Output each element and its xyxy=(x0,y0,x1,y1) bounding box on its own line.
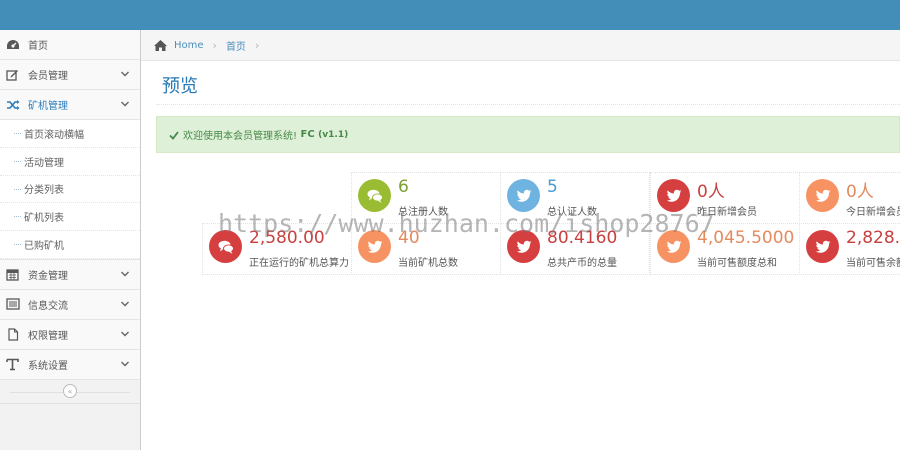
sidebar-item-miners[interactable]: 矿机管理 xyxy=(0,90,140,120)
alert-text: 欢迎使用本会员管理系统! xyxy=(183,131,298,142)
sidebar-item-label: 信息交流 xyxy=(28,300,68,312)
chevron-down-icon xyxy=(120,299,130,309)
sidebar: 首页 会员管理 矿机管理 首页滚动横幅 活动管理 分类列表 矿机列表 已购矿机 … xyxy=(0,30,141,450)
alert-brand: FC (v1.1) xyxy=(297,129,349,140)
breadcrumb: Home › 首页 › xyxy=(141,30,900,61)
alert-brand-name: FC xyxy=(300,129,315,140)
calendar-icon xyxy=(5,267,20,281)
submenu-item-miner-list[interactable]: 矿机列表 xyxy=(0,203,140,232)
home-icon xyxy=(153,39,168,52)
stat-value: 0人 xyxy=(846,182,874,202)
stat-today-new-members: 0人 今日新增会员 xyxy=(799,172,900,224)
sidebar-item-label: 权限管理 xyxy=(28,330,68,342)
stat-sellable-balance: 2,828.6 当前可售余额 xyxy=(799,223,900,275)
check-icon xyxy=(169,130,179,140)
stat-label: 正在运行的矿机总算力 xyxy=(249,258,349,269)
sidebar-item-label: 首页 xyxy=(28,41,48,52)
alert-version: (v1.1) xyxy=(318,130,349,140)
chevron-down-icon xyxy=(120,359,130,369)
breadcrumb-home-link[interactable]: Home xyxy=(174,40,204,51)
sidebar-item-label: 资金管理 xyxy=(28,270,68,282)
stat-label: 总共产币的总量 xyxy=(547,258,617,269)
sidebar-item-messages[interactable]: 信息交流 xyxy=(0,289,140,320)
chevron-down-icon xyxy=(120,99,130,109)
submenu-item-banner[interactable]: 首页滚动横幅 xyxy=(0,120,140,148)
comments-icon xyxy=(358,179,391,212)
page-title: 预览 xyxy=(162,76,198,97)
twitter-icon xyxy=(806,230,839,263)
breadcrumb-separator: › xyxy=(212,38,217,52)
sidebar-item-label: 矿机管理 xyxy=(28,101,68,112)
file-icon xyxy=(5,327,20,341)
stat-value: 6 xyxy=(398,177,409,197)
sidebar-item-funds[interactable]: 资金管理 xyxy=(0,259,140,290)
breadcrumb-separator: › xyxy=(254,38,260,52)
dashboard-icon xyxy=(5,38,20,52)
sidebar-item-label: 会员管理 xyxy=(28,71,68,82)
stat-value: 5 xyxy=(547,177,558,197)
breadcrumb-current-link[interactable]: 首页 xyxy=(226,38,246,53)
chevron-down-icon xyxy=(120,329,130,339)
chevron-down-icon xyxy=(120,269,130,279)
sidebar-item-settings[interactable]: 系统设置 xyxy=(0,349,140,380)
twitter-icon xyxy=(507,179,540,212)
twitter-icon xyxy=(806,179,839,212)
twitter-icon xyxy=(657,179,690,212)
stat-label: 当前矿机总数 xyxy=(398,258,458,269)
sidebar-item-label: 系统设置 xyxy=(28,360,68,372)
shuffle-icon xyxy=(5,98,20,112)
stat-label: 当前可售额度总和 xyxy=(697,258,777,269)
sidebar-item-home[interactable]: 首页 xyxy=(0,30,140,60)
chevron-down-icon xyxy=(120,69,130,79)
edit-icon xyxy=(5,68,20,82)
submenu-item-purchased-miners[interactable]: 已购矿机 xyxy=(0,231,140,259)
top-navbar xyxy=(0,0,900,30)
stat-label: 当前可售余额 xyxy=(846,258,900,269)
stat-value: 2,828.6 xyxy=(846,228,900,248)
title-divider xyxy=(156,104,900,105)
collapse-sidebar-icon[interactable]: « xyxy=(63,384,77,399)
list-alt-icon xyxy=(5,297,20,311)
sidebar-item-permissions[interactable]: 权限管理 xyxy=(0,319,140,350)
welcome-alert: 欢迎使用本会员管理系统! FC (v1.1) xyxy=(156,116,900,153)
submenu-item-categories[interactable]: 分类列表 xyxy=(0,175,140,204)
text-icon xyxy=(5,357,20,371)
stat-label: 今日新增会员 xyxy=(846,207,900,218)
sidebar-item-members[interactable]: 会员管理 xyxy=(0,60,140,90)
submenu-item-activities[interactable]: 活动管理 xyxy=(0,147,140,176)
stat-value: 0人 xyxy=(697,182,725,202)
sidebar-collapse-bar: « xyxy=(0,380,140,404)
miners-submenu: 首页滚动横幅 活动管理 分类列表 矿机列表 已购矿机 xyxy=(0,120,140,260)
watermark-text: https://www.huzhan.com/ishop28767 xyxy=(218,209,715,238)
